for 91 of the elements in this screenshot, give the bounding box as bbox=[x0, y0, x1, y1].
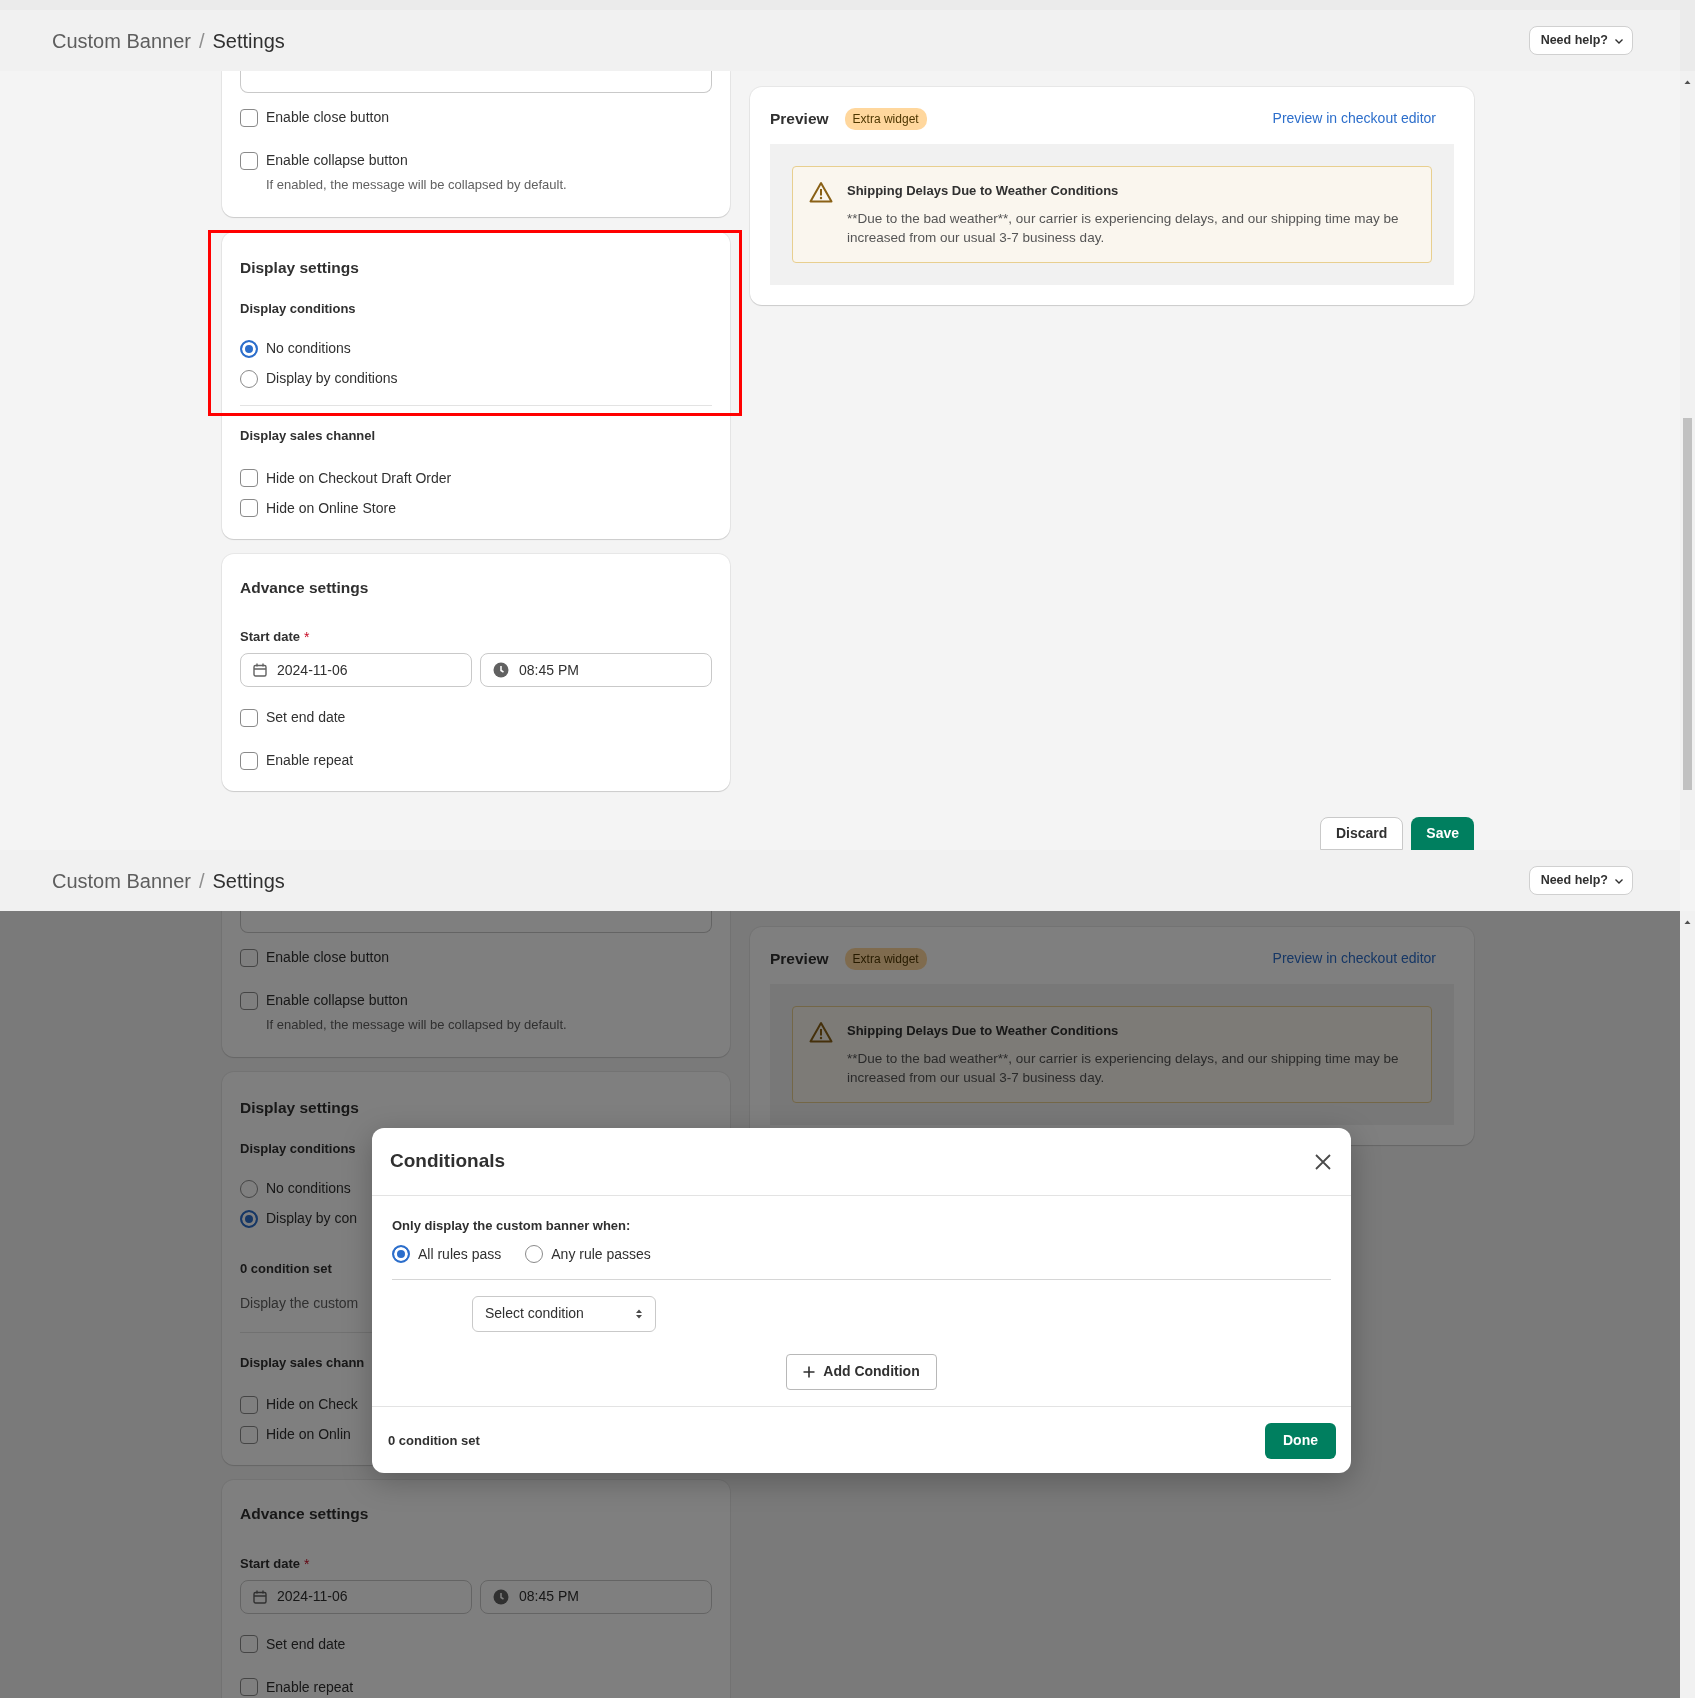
warning-icon bbox=[809, 1021, 833, 1044]
condition-count: 0 condition set bbox=[388, 1431, 480, 1450]
preview-link[interactable]: Preview in checkout editor bbox=[1272, 108, 1436, 130]
radio-label: No conditions bbox=[266, 339, 351, 359]
radio-label: Display by con bbox=[266, 1209, 358, 1229]
page-title: Settings bbox=[212, 868, 285, 894]
section-title: Display settings bbox=[240, 1097, 359, 1118]
clock-icon bbox=[493, 662, 509, 678]
checkbox-label: Enable collapse button bbox=[266, 151, 408, 170]
checkbox-label: Set end date bbox=[266, 1634, 346, 1654]
radio-button[interactable] bbox=[240, 339, 258, 358]
field-label: Display sales chann bbox=[240, 1353, 365, 1372]
warning-icon bbox=[809, 181, 833, 204]
condition-description: Display the custom bbox=[240, 1293, 359, 1313]
help-text: If enabled, the message will be collapsed by default. bbox=[266, 1016, 568, 1034]
field-label: Display sales channel bbox=[240, 427, 376, 446]
condition-count: 0 condition set bbox=[240, 1260, 332, 1279]
date-field[interactable]: 2024-11-06 bbox=[240, 1579, 472, 1614]
checkbox[interactable] bbox=[240, 108, 258, 127]
done-button[interactable]: Done bbox=[1265, 1422, 1336, 1459]
checkbox-label: Enable close button bbox=[266, 948, 389, 967]
plus-icon bbox=[803, 1365, 816, 1378]
select-field[interactable]: Select condition bbox=[472, 1295, 656, 1332]
checkbox-label: Hide on Online Store bbox=[266, 498, 396, 518]
radio-label: No conditions bbox=[266, 1179, 351, 1199]
checkbox[interactable] bbox=[240, 1425, 258, 1444]
discard-button[interactable]: Discard bbox=[1319, 817, 1404, 850]
help-button[interactable]: Need help? bbox=[1528, 866, 1633, 895]
field-label: Display conditions bbox=[240, 299, 356, 318]
close-icon bbox=[1313, 1151, 1333, 1172]
prompt-text: Only display the custom banner when: bbox=[392, 1217, 632, 1235]
field-label: Start date bbox=[240, 1554, 300, 1573]
close-button[interactable] bbox=[1313, 1151, 1333, 1172]
badge: Extra widget bbox=[844, 107, 927, 130]
section-title: Advance settings bbox=[240, 1504, 369, 1525]
banner-message: **Due to the bad weather**, our carrier is experiencing delays, and our shipping time may be increased from our usual 3-7 business day. bbox=[847, 1049, 1400, 1088]
radio-label: All rules pass bbox=[418, 1244, 502, 1264]
help-text: If enabled, the message will be collapsed by default. bbox=[266, 176, 568, 194]
section-title: Advance settings bbox=[240, 577, 369, 598]
checkbox-label: Enable close button bbox=[266, 108, 389, 127]
modal-title: Conditionals bbox=[390, 1149, 506, 1174]
card-title: Preview bbox=[770, 949, 829, 969]
banner-title: Shipping Delays Due to Weather Conditions bbox=[847, 1022, 1120, 1041]
breadcrumb-link[interactable]: Custom Banner bbox=[52, 25, 191, 56]
checkbox[interactable] bbox=[240, 499, 258, 518]
add-condition-button[interactable]: Add Condition bbox=[786, 1353, 937, 1390]
checkbox-label: Enable repeat bbox=[266, 751, 354, 770]
time-field[interactable]: 08:45 PM bbox=[480, 653, 712, 687]
breadcrumb-separator: / bbox=[198, 868, 205, 894]
checkbox-label: Hide on Checkout Draft Order bbox=[266, 468, 452, 488]
checkbox[interactable] bbox=[240, 751, 258, 770]
checkbox[interactable] bbox=[240, 469, 258, 488]
checkbox-label: Hide on Check bbox=[266, 1395, 358, 1415]
section-title: Display settings bbox=[240, 257, 359, 278]
checkbox[interactable] bbox=[240, 991, 258, 1010]
text-field[interactable] bbox=[240, 911, 712, 933]
date-field[interactable]: 2024-11-06 bbox=[240, 653, 472, 687]
breadcrumb-separator: / bbox=[198, 28, 205, 54]
time-field[interactable]: 08:45 PM bbox=[480, 1579, 712, 1614]
clock-icon bbox=[493, 1588, 509, 1605]
calendar-icon bbox=[253, 663, 267, 677]
field-label: Start date bbox=[240, 628, 300, 646]
calendar-icon bbox=[253, 1589, 267, 1604]
checkbox[interactable] bbox=[240, 708, 258, 727]
badge: Extra widget bbox=[844, 947, 927, 970]
checkbox-label: Enable repeat bbox=[266, 1677, 354, 1697]
checkbox[interactable] bbox=[240, 1395, 258, 1414]
help-button[interactable]: Need help? bbox=[1528, 26, 1633, 55]
preview-link[interactable]: Preview in checkout editor bbox=[1272, 948, 1436, 970]
required-mark: * bbox=[303, 1554, 310, 1574]
checkbox[interactable] bbox=[240, 948, 258, 967]
text-field[interactable] bbox=[240, 71, 712, 93]
radio-button[interactable] bbox=[240, 1209, 258, 1228]
checkbox[interactable] bbox=[240, 1635, 258, 1653]
radio-label: Any rule passes bbox=[551, 1244, 651, 1264]
checkbox-label: Set end date bbox=[266, 708, 346, 727]
checkbox[interactable] bbox=[240, 151, 258, 170]
breadcrumb-link[interactable]: Custom Banner bbox=[52, 865, 191, 896]
banner-message: **Due to the bad weather**, our carrier is experiencing delays, and our shipping time may be increased from our usual 3-7 business day. bbox=[847, 209, 1400, 248]
checkbox-label: Hide on Onlin bbox=[266, 1425, 351, 1445]
sort-caret-icon bbox=[635, 1307, 643, 1320]
checkbox[interactable] bbox=[240, 1678, 258, 1696]
required-mark: * bbox=[303, 628, 310, 647]
save-button[interactable]: Save bbox=[1411, 817, 1474, 850]
radio-button[interactable] bbox=[392, 1245, 410, 1263]
radio-label: Display by conditions bbox=[266, 369, 398, 389]
card-title: Preview bbox=[770, 109, 829, 129]
banner-title: Shipping Delays Due to Weather Conditions bbox=[847, 182, 1120, 201]
checkbox-label: Enable collapse button bbox=[266, 991, 408, 1010]
field-label: Display conditions bbox=[240, 1139, 356, 1158]
page-title: Settings bbox=[212, 28, 285, 54]
